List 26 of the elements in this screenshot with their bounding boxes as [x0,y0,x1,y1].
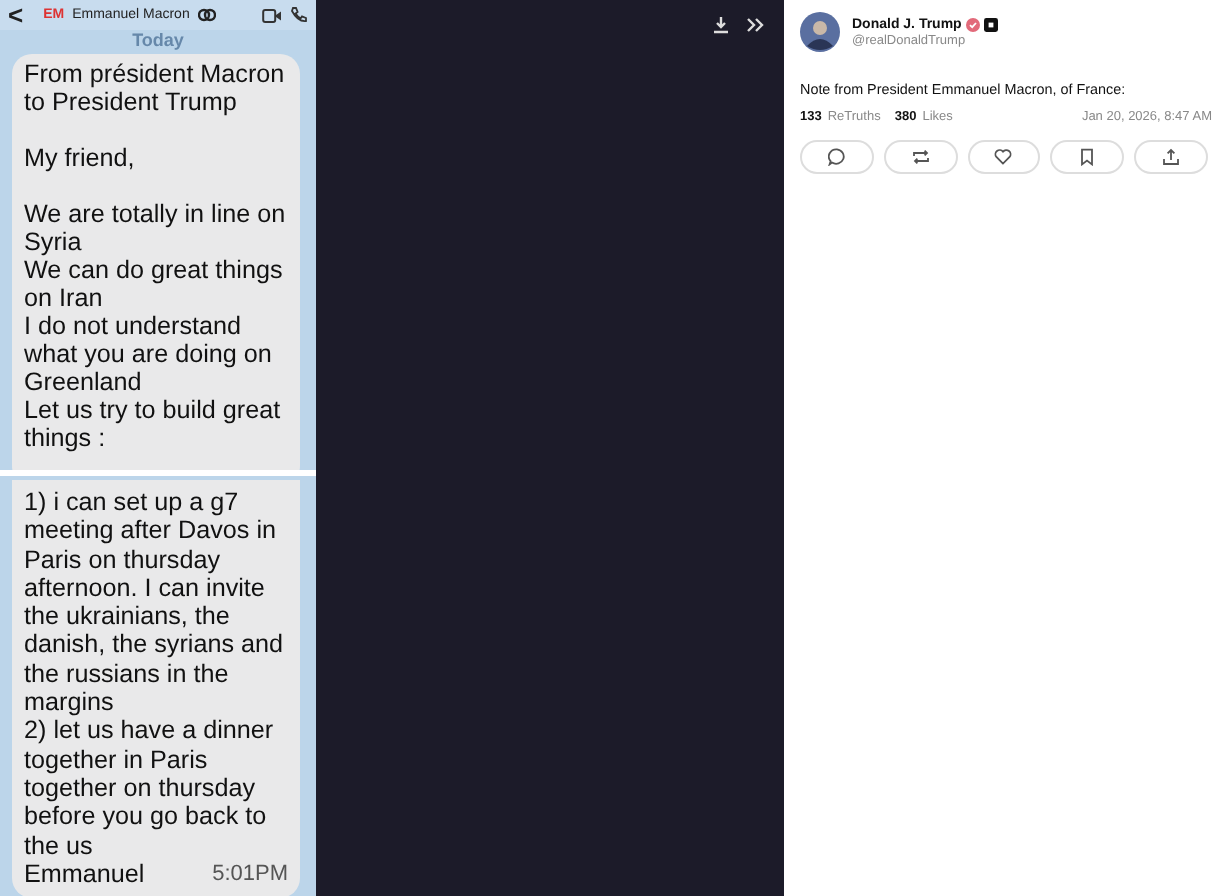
badge-icon [983,17,998,31]
message-text: From président Macron to President Trump [24,60,287,116]
link-icon [197,8,216,22]
share-icon [1162,148,1181,166]
reply-button[interactable] [800,140,874,174]
expand-icon[interactable] [746,16,764,34]
message-text: Emmanuel [24,859,145,889]
bookmark-icon [1078,148,1097,166]
heart-icon [994,148,1013,166]
retruth-button[interactable] [883,140,958,174]
date-label: Today [130,30,186,50]
download-icon[interactable] [712,16,730,34]
video-call-icon[interactable] [262,7,282,23]
repost-icon [911,148,930,166]
save-button[interactable] [1050,140,1125,174]
avatar [800,12,840,52]
speech-bubble-icon [827,148,846,166]
verified-icon [965,17,980,31]
back-button[interactable]: < [8,0,24,30]
message-text: My friend, [24,144,137,172]
message-text: 1) i can set up a g7 meeting after Davos in Paris on thursday afternoon. I can invite the ukrainians, the danish, the syrians and the russians in the margins 2) let us have a dinner together in Paris together on thursday before you go back to the us [24,488,284,860]
phone-icon[interactable] [290,6,308,24]
like-button[interactable] [967,140,1041,174]
message-time: 5:01PM [212,859,288,889]
message-text: We are totally in line on Syria We can do great things on Iran I do not understand what you are doing on Greenland Let us try to build great things : [24,200,288,452]
share-button[interactable] [1134,140,1208,174]
